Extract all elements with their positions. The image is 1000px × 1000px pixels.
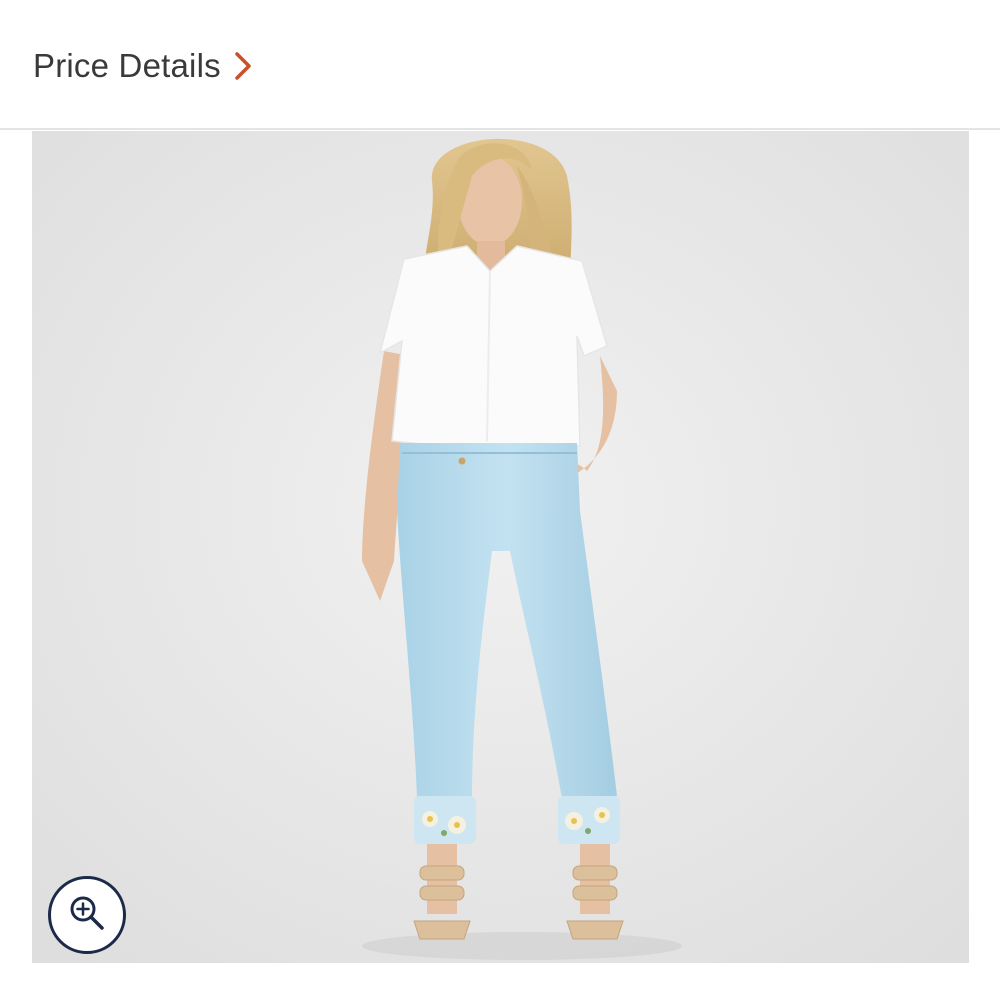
zoom-in-icon — [67, 893, 107, 938]
zoom-button[interactable] — [48, 876, 126, 954]
price-details-header: Price Details — [0, 0, 1000, 130]
price-details-link[interactable]: Price Details — [33, 44, 253, 88]
price-details-label: Price Details — [33, 47, 221, 84]
chevron-right-icon — [233, 50, 253, 82]
product-image[interactable] — [32, 131, 969, 963]
